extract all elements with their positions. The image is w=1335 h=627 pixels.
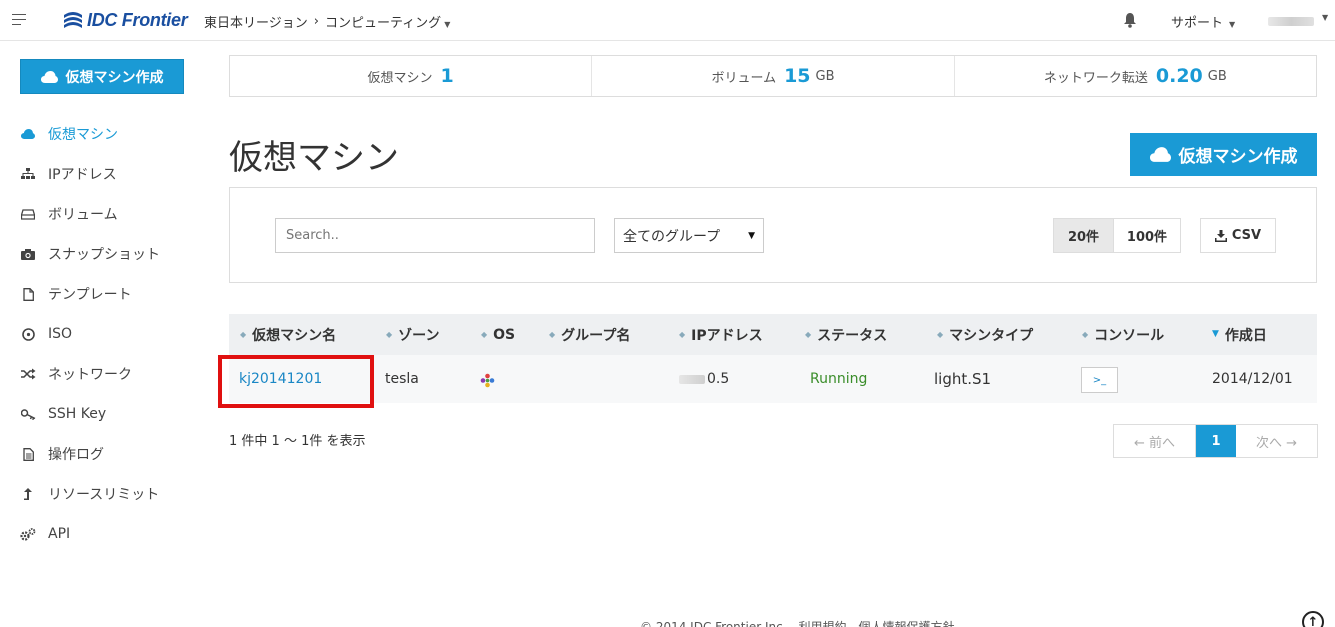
logo-text: IDC Frontier	[87, 9, 188, 30]
top-bar: IDC Frontier 東日本リージョン › コンピューティング ▼ サポート ▼…	[0, 0, 1335, 41]
volume-value: 15	[784, 65, 811, 87]
sort-icon: ◆	[240, 329, 247, 339]
support-menu[interactable]: サポート ▼	[1171, 12, 1235, 31]
breadcrumb-region[interactable]: 東日本リージョン	[204, 12, 308, 31]
chevron-down-icon: ▼	[444, 20, 451, 29]
create-vm-button-sidebar[interactable]: 仮想マシン作成	[20, 59, 184, 94]
logo[interactable]: IDC Frontier	[62, 8, 188, 32]
sidebar-item-ssh-key[interactable]: SSH Key	[20, 394, 200, 434]
table-header: ◆ 仮想マシン名 ◆ ゾーン ◆ OS ◆ グループ名 ◆ IPアドレス ◆ ステータス ◆…	[229, 314, 1317, 355]
breadcrumb: 東日本リージョン › コンピューティング ▼	[204, 12, 450, 31]
col-os[interactable]: ◆ OS	[481, 327, 515, 343]
col-ip[interactable]: ◆ IPアドレス	[679, 325, 763, 345]
pagination: ← 前へ 1 次へ →	[1113, 424, 1318, 458]
pagination-summary: 1 件中 1 ～ 1件 を表示	[229, 434, 366, 449]
download-icon	[1214, 229, 1227, 242]
sidebar-item-ip[interactable]: IPアドレス	[20, 154, 200, 194]
machine-type-cell: light.S1	[934, 370, 992, 388]
gears-icon	[20, 526, 36, 542]
summary-vm: 仮想マシン 1	[230, 56, 593, 96]
sidebar-nav: 仮想マシン IPアドレス ボリューム スナップショット テンプレート ISO ネ…	[20, 114, 200, 554]
disc-icon	[20, 326, 36, 342]
sort-icon: ◆	[1082, 329, 1089, 339]
sidebar-item-vm[interactable]: 仮想マシン	[20, 114, 200, 154]
search-input[interactable]	[275, 218, 595, 253]
sort-desc-icon: ▼	[1212, 329, 1219, 339]
menu-icon[interactable]	[12, 14, 26, 26]
hdd-icon	[20, 206, 36, 222]
sidebar-item-network[interactable]: ネットワーク	[20, 354, 200, 394]
table-row: kj20141201 tesla 0.5 Running light.S1 >_…	[229, 355, 1317, 403]
document-icon	[20, 446, 36, 462]
col-vm-name[interactable]: ◆ 仮想マシン名	[240, 325, 336, 345]
breadcrumb-separator: ›	[313, 14, 319, 29]
network-value: 0.20	[1155, 65, 1203, 87]
per-page-20[interactable]: 20件	[1054, 219, 1114, 252]
col-status[interactable]: ◆ ステータス	[805, 325, 887, 345]
sidebar-item-operation-log[interactable]: 操作ログ	[20, 434, 200, 474]
cloud-icon	[20, 126, 36, 142]
sidebar-item-iso[interactable]: ISO	[20, 314, 200, 354]
user-menu[interactable]	[1268, 17, 1314, 26]
csv-download-button[interactable]: CSV	[1200, 218, 1276, 253]
status-badge: Running	[810, 371, 868, 387]
key-icon	[20, 406, 36, 422]
col-zone[interactable]: ◆ ゾーン	[386, 325, 439, 345]
highlight-box	[218, 355, 374, 408]
sitemap-icon	[20, 166, 36, 182]
sidebar-item-template[interactable]: テンプレート	[20, 274, 200, 314]
per-page-toggle: 20件 100件	[1053, 218, 1181, 253]
footer: © 2014 IDC Frontier Inc. 利用規約 個人情報保護方針	[640, 620, 955, 627]
scroll-top-icon[interactable]: ↑	[1302, 611, 1324, 627]
sidebar-item-snapshot[interactable]: スナップショット	[20, 234, 200, 274]
cloud-icon	[1149, 147, 1171, 162]
sidebar-item-resource-limit[interactable]: リソースリミット	[20, 474, 200, 514]
create-vm-button[interactable]: 仮想マシン作成	[1130, 133, 1317, 176]
summary-volume: ボリューム 15 GB	[592, 56, 955, 96]
sidebar-item-volume[interactable]: ボリューム	[20, 194, 200, 234]
zone-cell: tesla	[385, 371, 419, 387]
filter-panel: 全てのグループ ▼ 20件 100件 CSV	[229, 187, 1317, 283]
group-select[interactable]: 全てのグループ ▼	[614, 218, 764, 253]
os-logo-icon	[480, 373, 495, 392]
resource-summary: 仮想マシン 1 ボリューム 15 GB ネットワーク転送 0.20 GB	[229, 55, 1317, 97]
cloud-icon	[40, 70, 58, 83]
level-up-icon	[20, 486, 36, 502]
col-console[interactable]: ◆ コンソール	[1082, 325, 1164, 345]
col-machine-type[interactable]: ◆ マシンタイプ	[937, 325, 1033, 345]
chevron-down-icon: ▼	[748, 230, 755, 241]
sort-icon: ◆	[549, 329, 556, 339]
sort-icon: ◆	[386, 329, 393, 339]
breadcrumb-service[interactable]: コンピューティング ▼	[325, 12, 450, 31]
sort-icon: ◆	[937, 329, 944, 339]
per-page-100[interactable]: 100件	[1114, 219, 1180, 252]
chevron-down-icon: ▼	[1322, 13, 1329, 22]
bell-icon[interactable]	[1123, 12, 1137, 28]
next-page-button[interactable]: 次へ →	[1236, 425, 1317, 457]
created-cell: 2014/12/01	[1212, 371, 1293, 387]
terminal-icon: >_	[1092, 374, 1107, 386]
sort-icon: ◆	[481, 329, 488, 339]
ip-cell: 0.5	[679, 371, 729, 387]
logo-icon	[64, 12, 82, 28]
vm-table: ◆ 仮想マシン名 ◆ ゾーン ◆ OS ◆ グループ名 ◆ IPアドレス ◆ ステータス ◆…	[229, 314, 1317, 403]
sort-icon: ◆	[679, 329, 686, 339]
chevron-down-icon: ▼	[1229, 20, 1236, 29]
vm-count: 1	[440, 65, 454, 87]
file-icon	[20, 286, 36, 302]
summary-network: ネットワーク転送 0.20 GB	[1043, 65, 1227, 87]
console-button[interactable]: >_	[1081, 367, 1118, 393]
camera-icon	[20, 246, 36, 262]
col-created[interactable]: ▼ 作成日	[1212, 325, 1267, 345]
sort-icon: ◆	[805, 329, 812, 339]
page-1-button[interactable]: 1	[1196, 425, 1236, 457]
prev-page-button[interactable]: ← 前へ	[1114, 425, 1196, 457]
shuffle-icon	[20, 366, 36, 382]
col-group[interactable]: ◆ グループ名	[549, 325, 630, 345]
sidebar-item-api[interactable]: API	[20, 514, 200, 554]
page-title: 仮想マシン	[229, 138, 399, 178]
